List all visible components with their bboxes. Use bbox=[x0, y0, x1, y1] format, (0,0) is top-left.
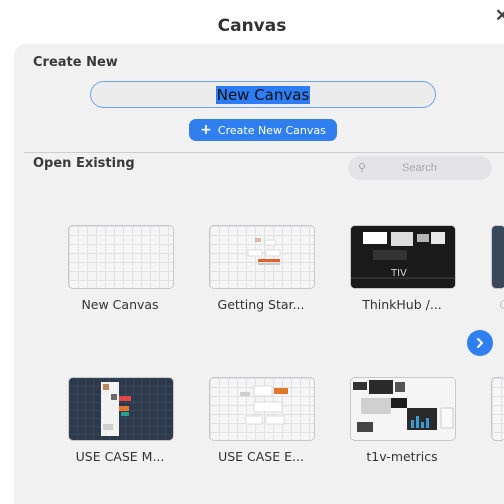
canvas-name-input[interactable]: New Canvas bbox=[90, 81, 436, 108]
open-existing-label: Open Existing bbox=[33, 156, 135, 171]
canvas-panel: Create New New Canvas + Create New Canva… bbox=[14, 44, 504, 504]
canvas-caption: t1v-metrics bbox=[366, 449, 438, 464]
getting-started-preview bbox=[247, 238, 281, 265]
thinkhub-preview: TIV bbox=[351, 226, 455, 288]
chevron-right-icon bbox=[477, 338, 483, 348]
dialog-header: Canvas ✕ bbox=[0, 0, 504, 48]
canvas-thumbnail-new-canvas[interactable] bbox=[68, 225, 174, 289]
create-new-canvas-label: Create New Canvas bbox=[217, 123, 326, 137]
thinkhub-thumb-text: TIV bbox=[390, 268, 407, 279]
canvas-caption: ThinkHub /... bbox=[362, 297, 442, 312]
canvas-thumbnail-partial[interactable] bbox=[491, 377, 504, 441]
next-page-button[interactable] bbox=[467, 330, 493, 356]
canvas-caption-partial: C bbox=[499, 297, 504, 312]
canvas-caption: USE CASE E... bbox=[218, 449, 304, 464]
plus-icon: + bbox=[200, 122, 212, 138]
canvas-thumbnail-thinkhub[interactable]: TIV bbox=[350, 225, 456, 289]
create-new-canvas-button[interactable]: + Create New Canvas bbox=[189, 119, 337, 141]
search-icon: ⚲ bbox=[358, 162, 367, 174]
use-case-e-preview bbox=[240, 385, 288, 425]
close-icon[interactable]: ✕ bbox=[495, 6, 504, 26]
t1v-metrics-preview bbox=[353, 380, 454, 432]
canvas-thumbnail-partial[interactable] bbox=[491, 225, 504, 289]
canvas-thumbnail-getting-started[interactable] bbox=[209, 225, 315, 289]
canvas-thumbnail-use-case-e[interactable] bbox=[209, 377, 315, 441]
canvas-thumbnail-t1v-metrics[interactable] bbox=[350, 377, 456, 441]
canvas-caption: Getting Star... bbox=[217, 297, 305, 312]
search-input[interactable]: ⚲ Search bbox=[348, 156, 492, 180]
canvas-caption: USE CASE M... bbox=[75, 449, 165, 464]
create-new-label: Create New bbox=[33, 55, 118, 70]
dialog-title: Canvas bbox=[217, 16, 287, 36]
section-divider bbox=[24, 152, 504, 153]
use-case-m-preview bbox=[69, 378, 173, 440]
canvas-caption: New Canvas bbox=[81, 297, 159, 312]
search-placeholder: Search bbox=[402, 162, 437, 174]
canvas-name-value: New Canvas bbox=[215, 85, 311, 104]
canvas-thumbnail-use-case-m[interactable] bbox=[68, 377, 174, 441]
